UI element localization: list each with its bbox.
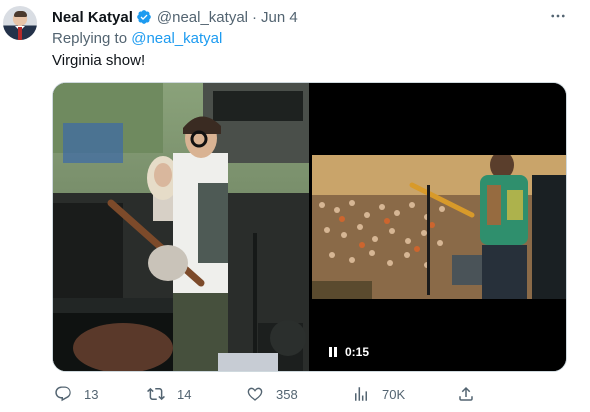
concert-photo-illustration [53, 83, 309, 371]
video-duration: 0:15 [345, 345, 370, 359]
video-frame[interactable] [312, 155, 566, 299]
like-button[interactable]: 358 [246, 382, 298, 406]
replying-to-mention[interactable]: @neal_katyal [131, 30, 222, 47]
avatar-hair [14, 11, 27, 17]
video-frame-illustration [312, 155, 566, 299]
retweet-count: 14 [177, 386, 192, 402]
share-button[interactable] [457, 382, 475, 406]
tweet-date[interactable]: Jun 4 [261, 9, 298, 26]
replying-to: Replying to @neal_katyal [52, 30, 222, 47]
views-count: 70K [382, 386, 406, 402]
retweet-button[interactable]: 14 [147, 382, 191, 406]
separator-dot: · [252, 8, 257, 26]
media-grid: 0:15 [52, 82, 567, 372]
video-player[interactable]: 0:15 [312, 83, 566, 371]
retweet-icon [147, 387, 165, 401]
display-name[interactable]: Neal Katyal [52, 9, 133, 26]
like-count: 358 [276, 386, 298, 402]
tweet-header: Neal Katyal @neal_katyal · Jun 4 [52, 8, 298, 26]
reply-icon [55, 386, 71, 402]
tweet-text: Virginia show! [52, 52, 146, 69]
video-status[interactable]: 0:15 [329, 345, 369, 359]
avatar[interactable] [3, 6, 37, 40]
replying-to-label: Replying to [52, 30, 128, 47]
tweet[interactable]: Neal Katyal @neal_katyal · Jun 4 Replyin… [0, 0, 590, 412]
verified-badge-icon[interactable] [136, 9, 152, 25]
pause-icon[interactable] [329, 347, 337, 357]
reply-count: 13 [84, 386, 99, 402]
views-button[interactable]: 70K [352, 382, 405, 406]
views-icon [355, 387, 367, 401]
action-bar: 13 14 358 70K [52, 382, 492, 406]
reply-button[interactable]: 13 [54, 382, 98, 406]
concert-photo[interactable] [53, 83, 309, 371]
avatar-tie [18, 27, 22, 40]
author-handle[interactable]: @neal_katyal [157, 9, 248, 26]
share-icon [459, 386, 473, 401]
like-icon [247, 387, 263, 401]
more-icon[interactable] [548, 6, 568, 26]
